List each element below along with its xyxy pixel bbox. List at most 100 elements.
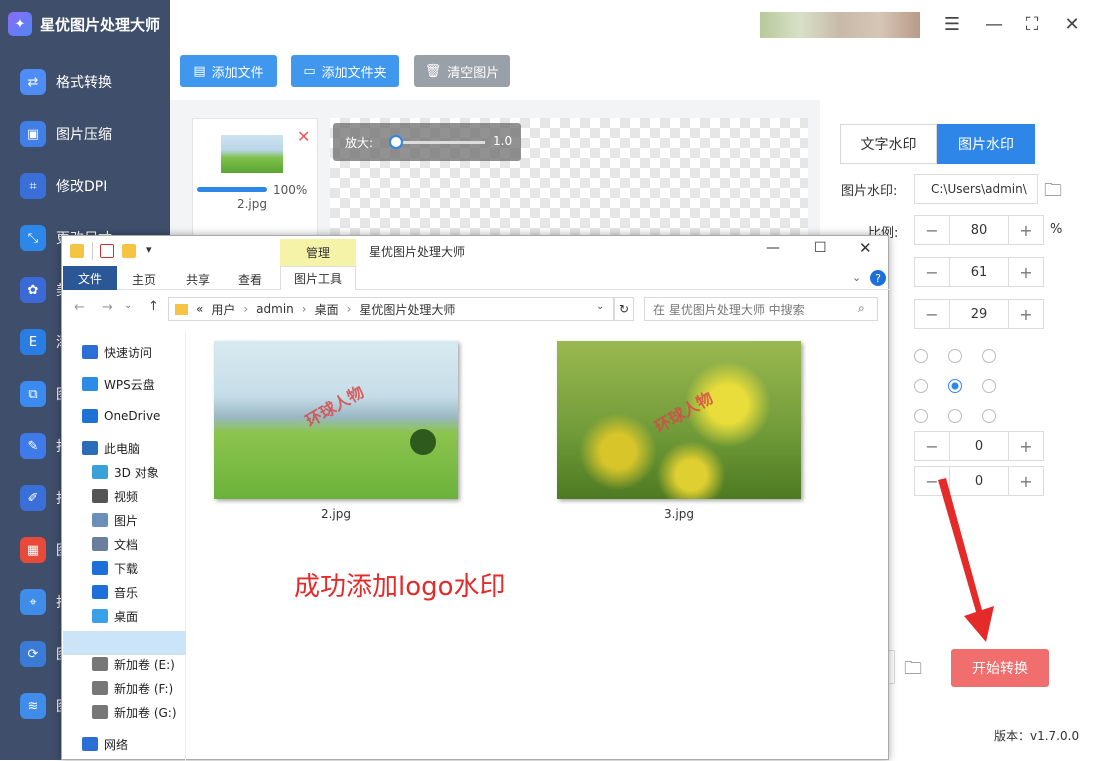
forward-icon[interactable]: → — [102, 300, 113, 315]
position-radio[interactable] — [948, 409, 962, 423]
nav-item-3[interactable]: OneDrive — [62, 404, 186, 428]
nav-item-2[interactable]: WPS云盘 — [62, 372, 186, 396]
sidebar-item-3[interactable]: ⌗ 修改DPI — [0, 160, 170, 212]
file-explorer-window: ▾ 管理 星优图片处理大师 — ☐ ✕ 文件 主页 共享 查看 图片工具 ⌄ ?… — [61, 235, 890, 761]
breadcrumb-admin[interactable]: admin — [256, 302, 294, 316]
recent-dropdown-icon[interactable]: ⌄ — [124, 300, 132, 311]
increment-icon[interactable]: + — [1009, 216, 1043, 244]
ribbon-tab-view[interactable]: 查看 — [238, 271, 262, 288]
ribbon-expand-icon[interactable]: ⌄ — [852, 271, 861, 284]
search-input[interactable]: 在 星优图片处理大师 中搜索 — [644, 297, 878, 321]
ribbon-tab-home[interactable]: 主页 — [132, 271, 156, 288]
decrement-icon[interactable]: − — [915, 300, 949, 328]
nav-item-5[interactable]: 3D 对象 — [62, 460, 186, 484]
clear-images-button[interactable]: 🗑 清空图片 — [414, 55, 510, 87]
ribbon-tab-picture-tools[interactable]: 图片工具 — [280, 266, 356, 290]
user-avatar-blur — [760, 12, 920, 38]
nav-item-15[interactable]: 新加卷 (G:) — [62, 700, 186, 724]
minimize-icon[interactable]: — — [980, 12, 1008, 36]
increment-icon[interactable]: + — [1009, 467, 1043, 495]
image-thumbnail-3[interactable]: 环球人物 — [557, 341, 801, 499]
browse-folder-icon[interactable]: 🗀 — [1044, 178, 1062, 208]
ratio-stepper[interactable]: −80 + — [914, 215, 1044, 245]
properties-icon[interactable] — [100, 244, 114, 258]
start-convert-button[interactable]: 开始转换 — [951, 649, 1049, 687]
nav-item-1[interactable]: 快速访问 — [62, 340, 186, 364]
zoom-panel[interactable]: 放大: 1.0 — [333, 123, 521, 161]
close-icon[interactable]: ✕ — [859, 239, 872, 257]
ribbon-tab-file[interactable]: 文件 — [63, 266, 117, 290]
watermark-logo: 环球人物 — [302, 382, 368, 431]
dpi-icon: ⌗ — [20, 173, 46, 199]
new-folder-icon[interactable] — [122, 244, 136, 258]
tab-text-watermark[interactable]: 文字水印 — [840, 124, 937, 164]
ratio-value[interactable]: 80 — [949, 216, 1009, 244]
back-icon[interactable]: ← — [74, 300, 85, 315]
watermark-logo: 环球人物 — [651, 388, 717, 437]
nav-item-14[interactable]: 新加卷 (F:) — [62, 676, 186, 700]
address-dropdown-icon[interactable]: ⌄ — [596, 301, 604, 312]
tab-image-watermark[interactable]: 图片水印 — [937, 124, 1035, 164]
maximize-icon[interactable]: ⛶ — [1018, 12, 1046, 36]
watermark-path-input[interactable]: C:\Users\admin\ — [914, 174, 1038, 204]
nav-item-8[interactable]: 文档 — [62, 532, 186, 556]
increment-icon[interactable]: + — [1009, 432, 1043, 460]
breadcrumb-folder[interactable]: 星优图片处理大师 — [359, 301, 455, 318]
angle-value[interactable]: 29 — [949, 300, 1009, 328]
app-title: 星优图片处理大师 — [40, 15, 161, 34]
sidebar-item-2[interactable]: ▣ 图片压缩 — [0, 108, 170, 160]
angle-stepper[interactable]: −29 + — [914, 299, 1044, 329]
minimize-icon[interactable]: — — [766, 240, 780, 256]
nav-item-11[interactable]: 桌面 — [62, 604, 186, 628]
horizontal-offset-stepper[interactable]: −0 + — [914, 431, 1044, 461]
position-radio[interactable] — [914, 379, 928, 393]
position-radio-selected[interactable] — [948, 379, 962, 393]
add-file-button[interactable]: ▤ 添加文件 — [180, 55, 277, 87]
up-icon[interactable]: ↑ — [148, 299, 159, 314]
position-radio[interactable] — [982, 379, 996, 393]
position-radio[interactable] — [982, 409, 996, 423]
zoom-track[interactable] — [395, 141, 485, 144]
position-radio[interactable] — [914, 349, 928, 363]
add-folder-button[interactable]: ▭ 添加文件夹 — [291, 55, 399, 87]
increment-icon[interactable]: + — [1009, 300, 1043, 328]
nav-item-9[interactable]: 下载 — [62, 556, 186, 580]
nav-item-10[interactable]: 音乐 — [62, 580, 186, 604]
offset1-value[interactable]: 0 — [949, 432, 1009, 460]
close-icon[interactable]: ✕ — [1058, 12, 1086, 36]
opacity-stepper[interactable]: −61 + — [914, 257, 1044, 287]
nav-item-7[interactable]: 图片 — [62, 508, 186, 532]
nav-item-6[interactable]: 视频 — [62, 484, 186, 508]
maximize-icon[interactable]: ☐ — [814, 240, 827, 256]
breadcrumb-desktop[interactable]: 桌面 — [315, 301, 339, 318]
increment-icon[interactable]: + — [1009, 258, 1043, 286]
decrement-icon[interactable]: − — [915, 258, 949, 286]
sidebar-item-1[interactable]: ⇄ 格式转换 — [0, 56, 170, 108]
remove-file-icon[interactable]: ✕ — [297, 127, 310, 146]
decrement-icon[interactable]: − — [915, 432, 949, 460]
opacity-value[interactable]: 61 — [949, 258, 1009, 286]
position-radio[interactable] — [948, 349, 962, 363]
version-label: 版本：v1.7.0.0 — [994, 729, 1080, 743]
decrement-icon[interactable]: − — [915, 216, 949, 244]
nav-item-13[interactable]: 新加卷 (E:) — [62, 652, 186, 676]
position-radio[interactable] — [982, 349, 996, 363]
ribbon-tab-share[interactable]: 共享 — [186, 271, 210, 288]
output-folder-icon[interactable]: 🗀 — [904, 656, 922, 686]
breadcrumb-users[interactable]: 用户 — [211, 301, 235, 318]
file-thumbnail[interactable] — [221, 135, 283, 173]
help-icon[interactable]: ? — [870, 270, 886, 286]
nav-item-16[interactable]: 网络 — [62, 732, 186, 756]
puzzle-icon: ⧉ — [20, 381, 46, 407]
ribbon-manage-tab[interactable]: 管理 — [280, 239, 356, 266]
settings-icon[interactable]: ☰ — [938, 12, 966, 36]
address-bar[interactable]: « 用户 › admin › 桌面 › 星优图片处理大师 — [168, 297, 614, 321]
image-thumbnail-2[interactable]: 环球人物 — [214, 341, 458, 499]
position-radio[interactable] — [914, 409, 928, 423]
zoom-slider-handle[interactable] — [389, 135, 403, 149]
quick-access-dropdown-icon[interactable]: ▾ — [146, 243, 152, 256]
file-label-2[interactable]: 2.jpg — [214, 507, 458, 521]
refresh-icon[interactable]: ↻ — [614, 297, 634, 321]
file-label-3[interactable]: 3.jpg — [557, 507, 801, 521]
nav-item-4[interactable]: 此电脑 — [62, 436, 186, 460]
